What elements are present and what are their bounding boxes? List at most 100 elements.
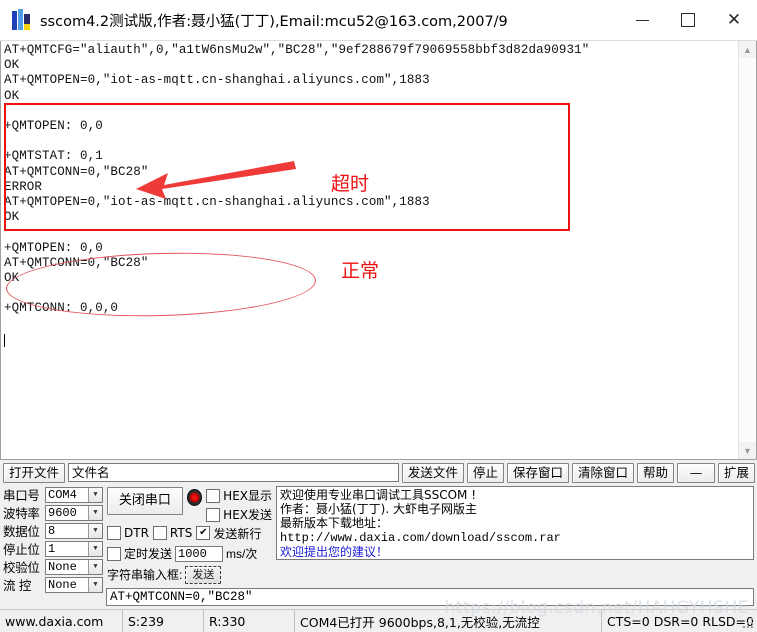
terminal-scrollbar[interactable]: ▲ ▼ (738, 41, 756, 459)
filename-input[interactable]: 文件名 (68, 463, 399, 482)
help-button[interactable]: 帮助 (636, 462, 674, 483)
setting-row-parity: 校验位 None ▼ (3, 558, 103, 575)
chevron-down-icon[interactable]: ▼ (88, 559, 102, 574)
hex-display-checkbox[interactable]: HEX显示 (206, 487, 272, 504)
checkbox-box[interactable] (206, 488, 221, 503)
chevron-down-icon[interactable]: ▼ (88, 541, 102, 556)
send-input-row: AT+QMTCONN=0,"BC28" (106, 587, 754, 606)
scroll-down-icon[interactable]: ▼ (739, 442, 756, 459)
info-line-download: 最新版本下载地址： (280, 516, 389, 531)
open-file-button[interactable]: 打开文件 (3, 462, 66, 483)
status-signal-lines: CTS=0 DSR=0 RLSD=0 (607, 613, 754, 629)
scrollbar-track[interactable] (739, 58, 756, 442)
maximize-button[interactable] (665, 0, 711, 40)
hex-send-checkbox[interactable]: HEX发送 (206, 506, 272, 523)
chevron-down-icon[interactable]: ▼ (88, 505, 102, 520)
port-settings-column: 串口号 COM4 ▼ 波特率 9600 ▼ 数据位 8 ▼ 停止位 1 ▼ 校验… (3, 486, 103, 609)
setting-row-stopbits: 停止位 1 ▼ (3, 540, 103, 557)
send-command-input[interactable]: AT+QMTCONN=0,"BC28" (106, 587, 754, 606)
sscom-app-icon (12, 9, 32, 31)
interval-input[interactable]: 1000 (175, 545, 224, 562)
close-button[interactable]: ✕ (711, 0, 757, 40)
window-controls: ✕ (619, 0, 757, 40)
label-parity: 校验位 (3, 560, 40, 575)
save-window-button[interactable]: 保存窗口 (506, 462, 569, 483)
rts-checkbox[interactable]: RTS (152, 526, 193, 540)
string-input-row: 字符串输入框: 发送 (107, 565, 272, 584)
rts-label: RTS (169, 526, 193, 540)
label-port-number: 串口号 (3, 488, 40, 503)
dtr-label: DTR (124, 526, 149, 540)
checkbox-box-checked[interactable]: ✔ (196, 526, 211, 540)
checkbox-box[interactable] (107, 546, 121, 561)
dtr-checkbox[interactable]: DTR (107, 526, 149, 540)
status-port-info: COM4已打开 9600bps,8,1,无校验,无流控 (295, 610, 602, 632)
setting-row-baud: 波特率 9600 ▼ (3, 504, 103, 521)
combo-stop-bits-value: 1 (48, 541, 56, 556)
close-port-button[interactable]: 关闭串口 (107, 487, 183, 515)
chevron-down-icon[interactable]: ▼ (88, 487, 102, 502)
annotation-timeout-label: 超时 (331, 173, 370, 195)
setting-row-flowcontrol: 流 控 None ▼ (3, 576, 103, 593)
setting-row-port: 串口号 COM4 ▼ (3, 486, 103, 503)
send-file-button[interactable]: 发送文件 (401, 462, 464, 483)
send-newline-checkbox[interactable]: ✔ 发送新行 (196, 525, 261, 542)
info-line-welcome: 欢迎使用专业串口调试工具SSCOM ! (280, 488, 477, 502)
send-button[interactable]: 发送 (185, 565, 222, 584)
minimize-button[interactable] (619, 0, 665, 40)
timed-send-label: 定时发送 (124, 547, 173, 561)
signal-row: DTR RTS ✔ 发送新行 (107, 524, 272, 542)
combo-baud-rate[interactable]: 9600 ▼ (45, 504, 103, 521)
label-flow-control: 流 控 (3, 578, 32, 593)
scroll-up-icon[interactable]: ▲ (739, 41, 756, 58)
status-bar: www.daxia.com S:239 R:330 COM4已打开 9600bp… (0, 609, 757, 632)
combo-port-number[interactable]: COM4 ▼ (45, 486, 103, 503)
checkbox-box[interactable] (152, 526, 167, 540)
checkbox-box[interactable] (206, 507, 221, 522)
annotation-normal-label: 正常 (341, 260, 380, 282)
send-newline-label: 发送新行 (213, 526, 262, 541)
status-site[interactable]: www.daxia.com (0, 610, 123, 632)
title-bar: sscom4.2测试版,作者:聂小猛(丁丁),Email:mcu52@163.c… (0, 0, 757, 41)
chevron-down-icon[interactable]: ▼ (88, 523, 102, 538)
checkbox-box[interactable] (107, 526, 121, 540)
terminal-output[interactable]: AT+QMTCFG="aliauth",0,"a1tW6nsMu2w","BC2… (1, 41, 738, 459)
file-toolbar: 打开文件 文件名 发送文件 停止 保存窗口 清除窗口 帮助 — 扩展 (0, 460, 757, 484)
status-received-count: R:330 (204, 610, 295, 632)
combo-stop-bits[interactable]: 1 ▼ (45, 540, 103, 557)
text-caret (4, 334, 5, 347)
collapse-button[interactable]: — (676, 462, 715, 483)
timed-send-checkbox[interactable]: 定时发送 (107, 545, 172, 562)
port-control-row: 关闭串口 HEX显示 HEX发送 (107, 487, 272, 523)
combo-parity-value: None (48, 559, 77, 574)
combo-data-bits-value: 8 (48, 523, 56, 538)
status-sent-count: S:239 (123, 610, 204, 632)
sscom-window: sscom4.2测试版,作者:聂小猛(丁丁),Email:mcu52@163.c… (0, 0, 757, 632)
hex-display-label: HEX显示 (223, 489, 272, 503)
string-input-label: 字符串输入框: (107, 568, 183, 582)
window-title: sscom4.2测试版,作者:聂小猛(丁丁),Email:mcu52@163.c… (40, 13, 508, 30)
settings-panel: 串口号 COM4 ▼ 波特率 9600 ▼ 数据位 8 ▼ 停止位 1 ▼ 校验… (0, 484, 757, 609)
info-line-feedback[interactable]: 欢迎提出您的建议！ (280, 545, 750, 559)
interval-unit-label: ms/次 (226, 547, 258, 561)
combo-baud-rate-value: 9600 (48, 505, 77, 520)
info-panel: 欢迎使用专业串口调试工具SSCOM ! 作者：聂小猛(丁丁). 大虾电子网版主 … (276, 486, 754, 560)
timed-send-row: 定时发送 1000 ms/次 (107, 544, 272, 563)
combo-data-bits[interactable]: 8 ▼ (45, 522, 103, 539)
info-line-url[interactable]: http://www.daxia.com/download/sscom.rar (280, 531, 750, 545)
label-stop-bits: 停止位 (3, 542, 40, 557)
extend-button[interactable]: 扩展 (717, 462, 755, 483)
hex-options: HEX显示 HEX发送 (206, 487, 272, 523)
combo-flow-control-value: None (48, 577, 77, 592)
chevron-down-icon[interactable]: ▼ (88, 577, 102, 592)
combo-parity[interactable]: None ▼ (45, 558, 103, 575)
combo-port-number-value: COM4 (48, 487, 77, 502)
label-baud-rate: 波特率 (3, 506, 40, 521)
stop-button[interactable]: 停止 (466, 462, 504, 483)
clear-window-button[interactable]: 清除窗口 (571, 462, 634, 483)
resize-grip-icon[interactable] (743, 618, 755, 630)
info-line-author: 作者：聂小猛(丁丁). 大虾电子网版主 (280, 502, 477, 517)
terminal-area: AT+QMTCFG="aliauth",0,"a1tW6nsMu2w","BC2… (0, 41, 757, 460)
setting-row-databits: 数据位 8 ▼ (3, 522, 103, 539)
combo-flow-control[interactable]: None ▼ (45, 576, 103, 593)
